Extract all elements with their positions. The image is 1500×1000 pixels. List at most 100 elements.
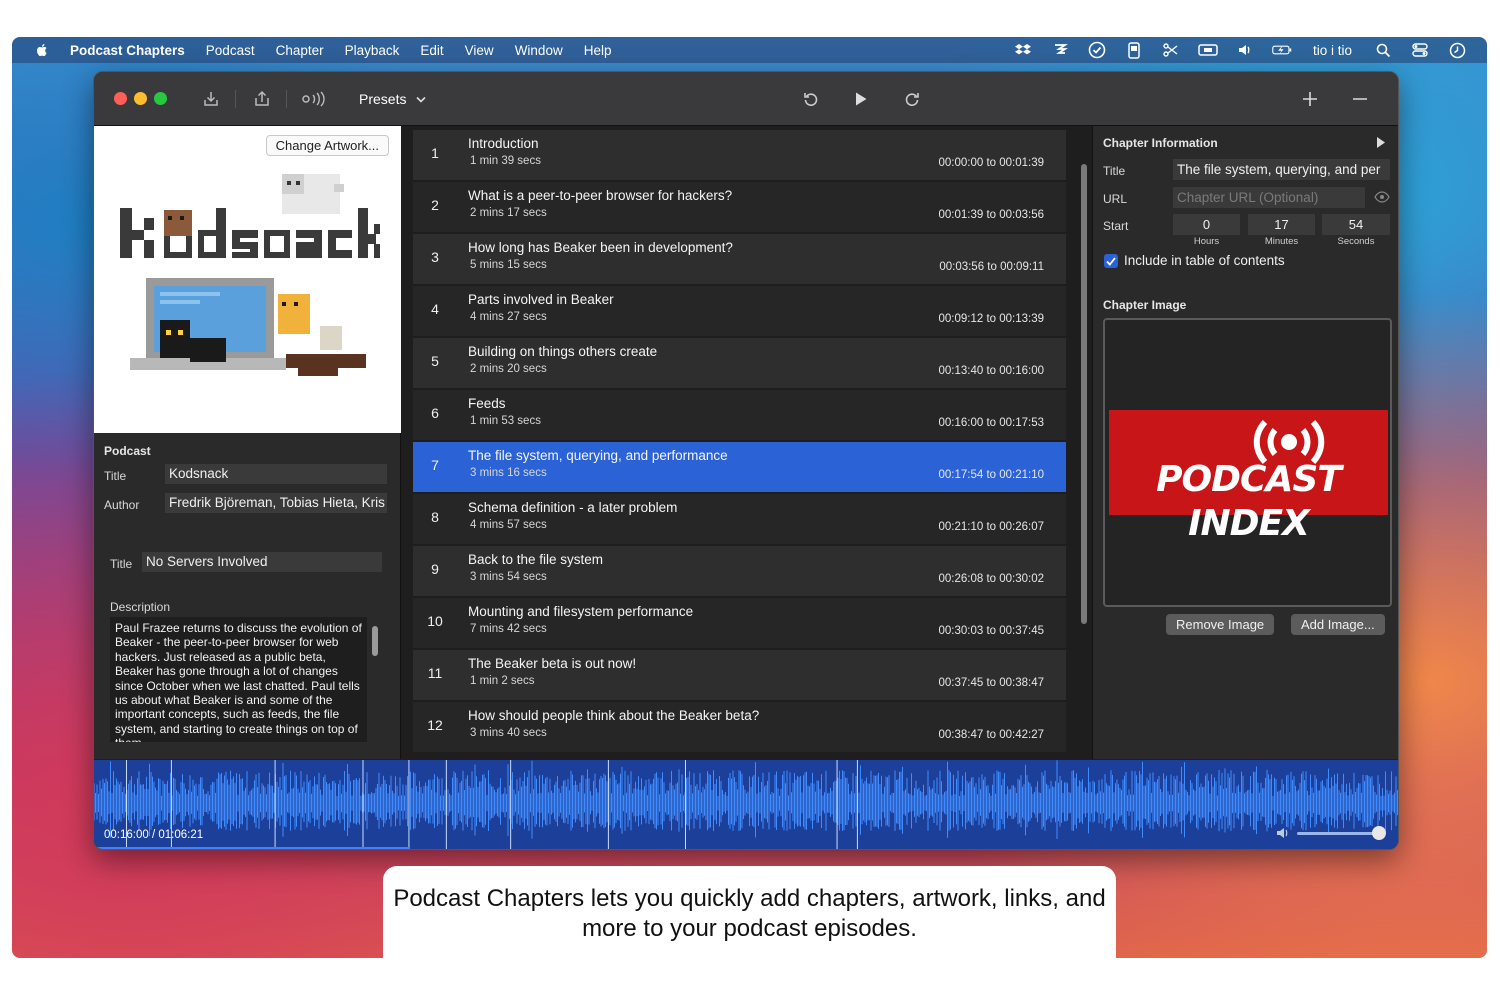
chapter-duration: 2 mins 17 secs	[470, 207, 547, 219]
dropbox-icon[interactable]	[1013, 42, 1033, 58]
menu-help[interactable]: Help	[584, 43, 612, 58]
chapter-title: What is a peer-to-peer browser for hacke…	[468, 188, 733, 203]
podcast-artwork[interactable]: Change Artwork...	[94, 126, 401, 433]
waveform-timeline[interactable]: 00:16:00 / 01:06:21	[94, 760, 1398, 849]
presets-dropdown[interactable]: Presets	[359, 88, 427, 110]
menu-extra-icon[interactable]	[1198, 42, 1218, 58]
chapter-row[interactable]: 10 Mounting and filesystem performance 7 m…	[413, 598, 1066, 648]
chapter-row[interactable]: 6 Feeds 1 min 53 secs 00:16:00 to 00:17:53	[413, 390, 1066, 440]
start-minutes-field[interactable]: 17	[1248, 214, 1315, 235]
podcast-section-label: Podcast	[104, 444, 151, 458]
chapter-row[interactable]: 3 How long has Beaker been in development…	[413, 234, 1066, 284]
close-button[interactable]	[114, 92, 127, 105]
chapter-time-range: 00:09:12 to 00:13:39	[938, 313, 1044, 325]
chapter-title: Building on things others create	[468, 344, 658, 359]
chapter-time-range: 00:21:10 to 00:26:07	[938, 521, 1044, 533]
device-icon[interactable]	[1124, 41, 1144, 59]
menu-edit[interactable]: Edit	[420, 43, 443, 58]
broadcast-icon[interactable]	[299, 87, 329, 111]
start-hours-field[interactable]: 0	[1173, 214, 1240, 235]
zoom-button[interactable]	[154, 92, 167, 105]
add-image-button[interactable]: Add Image...	[1291, 614, 1385, 635]
minutes-caption: Minutes	[1264, 236, 1299, 247]
chapter-duration: 1 min 53 secs	[470, 415, 541, 427]
user-name[interactable]: tio i tio	[1313, 43, 1352, 58]
search-icon[interactable]	[1373, 42, 1393, 58]
chapter-duration: 4 mins 57 secs	[470, 519, 547, 531]
chapter-row[interactable]: 5 Building on things others create 2 mins …	[413, 338, 1066, 388]
chapter-image-well[interactable]: PODCAST INDEX	[1103, 318, 1392, 607]
podcast-index-text: PODCAST INDEX	[1156, 459, 1342, 544]
chapter-row[interactable]: 2 What is a peer-to-peer browser for hack…	[413, 182, 1066, 232]
menu-podcast[interactable]: Podcast	[206, 43, 255, 58]
description-scrollbar[interactable]	[372, 626, 378, 656]
add-chapter-icon[interactable]	[1298, 87, 1322, 111]
share-icon[interactable]	[250, 87, 274, 111]
time-readout: 00:16:00 / 01:06:21	[104, 829, 204, 841]
chapter-row[interactable]: 4 Parts involved in Beaker 4 mins 27 secs 0…	[413, 286, 1066, 336]
chapter-duration: 3 mins 40 secs	[470, 727, 547, 739]
toc-label: Include in table of contents	[1124, 253, 1285, 268]
battery-icon[interactable]	[1272, 42, 1292, 58]
chapter-title: Feeds	[468, 396, 506, 411]
scissors-icon[interactable]	[1161, 42, 1181, 58]
chapter-row[interactable]: 8 Schema definition - a later problem 4 mi…	[413, 494, 1066, 544]
rewind-icon[interactable]	[799, 87, 823, 111]
playback-progress[interactable]	[94, 847, 409, 849]
chapter-row[interactable]: 7 The file system, querying, and performa…	[413, 442, 1066, 492]
play-icon[interactable]	[849, 87, 873, 111]
checkmark-circle-icon[interactable]	[1087, 41, 1107, 59]
chapter-url-field[interactable]: Chapter URL (Optional)	[1173, 187, 1365, 208]
control-center-icon[interactable]	[1410, 42, 1430, 58]
menu-chapter[interactable]: Chapter	[276, 43, 324, 58]
remove-image-button[interactable]: Remove Image	[1166, 614, 1275, 635]
chapter-number: 11	[427, 665, 443, 681]
chapter-list-scrollbar[interactable]	[1081, 164, 1087, 624]
menu-window[interactable]: Window	[515, 43, 563, 58]
chapter-row[interactable]: 12 How should people think about the Beak…	[413, 702, 1066, 752]
chapter-time-range: 00:03:56 to 00:09:11	[939, 261, 1044, 273]
chapter-number: 8	[431, 509, 439, 525]
chapter-number: 12	[427, 717, 443, 733]
toc-checkbox[interactable]	[1104, 254, 1118, 268]
chapter-duration: 7 mins 42 secs	[470, 623, 547, 635]
menu-playback[interactable]: Playback	[345, 43, 400, 58]
import-icon[interactable]	[199, 87, 223, 111]
chapter-number: 5	[431, 353, 439, 369]
chapter-time-range: 00:00:00 to 00:01:39	[938, 157, 1044, 169]
chapter-title-field[interactable]: The file system, querying, and per	[1173, 159, 1390, 180]
chapter-time-range: 00:01:39 to 00:03:56	[938, 209, 1044, 221]
volume-slider-knob[interactable]	[1372, 826, 1386, 840]
menu-bar: Podcast Chapters Podcast Chapter Playbac…	[12, 37, 1487, 63]
podcast-author-field[interactable]: Fredrik Björeman, Tobias Hieta, Kris	[165, 493, 387, 513]
play-chapter-icon[interactable]	[1376, 136, 1386, 154]
fast-forward-icon[interactable]	[900, 87, 924, 111]
chapter-duration: 3 mins 54 secs	[470, 571, 547, 583]
podcast-author-label: Author	[104, 498, 140, 512]
chapter-title: The Beaker beta is out now!	[468, 656, 637, 671]
chapter-time-range: 00:16:00 to 00:17:53	[938, 417, 1044, 429]
chevron-down-icon	[416, 96, 427, 103]
desktop: Podcast Chapters Podcast Chapter Playbac…	[12, 37, 1487, 958]
remove-chapter-icon[interactable]	[1348, 87, 1372, 111]
menu-view[interactable]: View	[465, 43, 494, 58]
chapter-row[interactable]: 9 Back to the file system 3 mins 54 secs 00…	[413, 546, 1066, 596]
clock-icon[interactable]	[1447, 42, 1467, 58]
chapter-number: 1	[431, 145, 439, 161]
apple-icon[interactable]	[34, 42, 50, 58]
chapter-title: Introduction	[468, 136, 539, 151]
chapter-row[interactable]: 1 Introduction 1 min 39 secs 00:00:00 to 00…	[413, 130, 1066, 180]
menu-app-name[interactable]: Podcast Chapters	[70, 43, 185, 58]
eye-icon[interactable]	[1374, 190, 1390, 208]
podcast-title-field[interactable]: Kodsnack	[165, 464, 387, 484]
caption-line-2: more to your podcast episodes.	[582, 915, 917, 942]
description-textarea[interactable]: Paul Frazee returns to discuss the evolu…	[110, 617, 367, 742]
chapter-row[interactable]: 11 The Beaker beta is out now! 1 min 2 sec…	[413, 650, 1066, 700]
start-seconds-field[interactable]: 54	[1322, 214, 1390, 235]
episode-title-field[interactable]: No Servers Involved	[142, 552, 382, 572]
volume-icon[interactable]	[1235, 42, 1255, 58]
stack-icon[interactable]	[1050, 42, 1070, 58]
minimize-button[interactable]	[134, 92, 147, 105]
chapter-number: 3	[431, 249, 439, 265]
volume-slider[interactable]	[1297, 832, 1379, 835]
